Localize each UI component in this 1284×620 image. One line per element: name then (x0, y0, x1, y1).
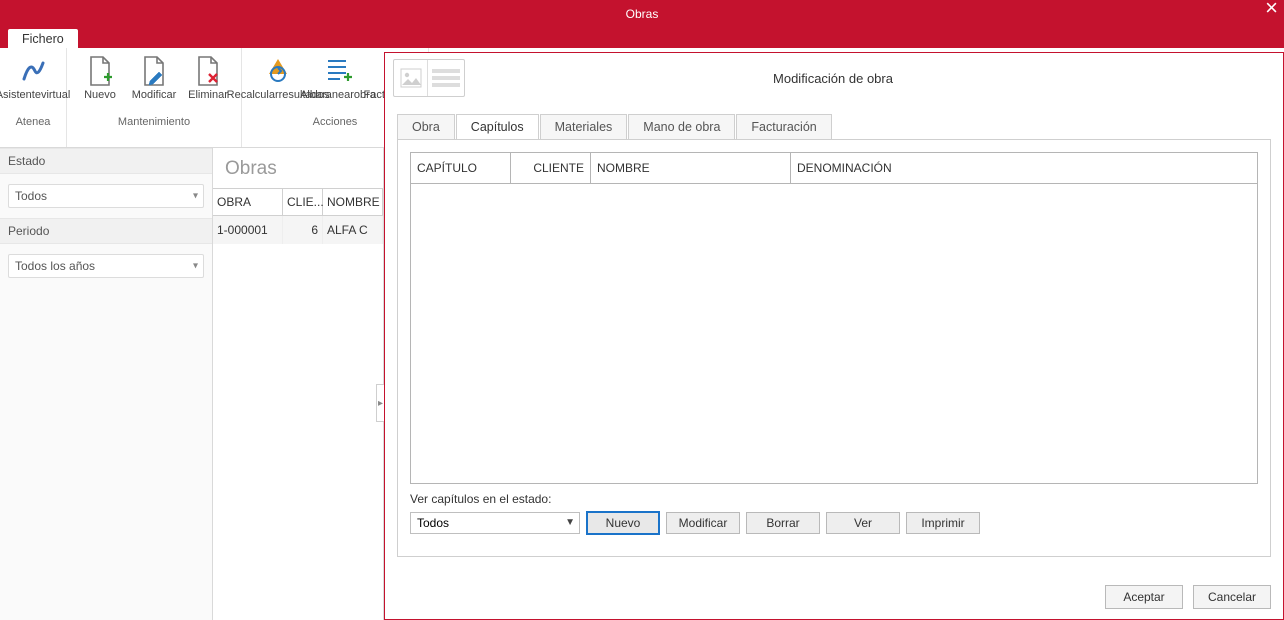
edit-doc-icon (138, 54, 170, 88)
expand-handle[interactable]: ▸ (376, 384, 384, 422)
dialog-tabs: Obra Capítulos Materiales Mano de obra F… (397, 113, 1283, 139)
window-title: Obras (0, 7, 1284, 21)
tab-capitulos[interactable]: Capítulos (456, 114, 539, 140)
obras-table: OBRA CLIE... NOMBRE 1-000001 6 ALFA C (213, 188, 383, 244)
cell-nombre: ALFA C (323, 216, 383, 244)
periodo-select[interactable]: Todos los años ▾ (8, 254, 204, 278)
state-filter-select[interactable]: Todos ▼ (410, 512, 580, 534)
periodo-value: Todos los años (15, 259, 95, 273)
state-filter-label: Ver capítulos en el estado: (410, 492, 1258, 506)
modificar-button[interactable]: Modificar (127, 52, 181, 115)
tab-content-capitulos: CAPÍTULO CLIENTE NOMBRE DENOMINACIÓN Ver… (397, 139, 1271, 557)
cancelar-button[interactable]: Cancelar (1193, 585, 1271, 609)
ribbon-label: Recalcular (227, 89, 279, 102)
nuevo-cap-button[interactable]: Nuevo (586, 511, 660, 535)
col-capitulo[interactable]: CAPÍTULO (411, 153, 511, 183)
tab-fichero[interactable]: Fichero (8, 29, 78, 48)
ribbon-label: Asistente (0, 89, 41, 102)
asistente-virtual-button[interactable]: Asistentevirtual (6, 52, 60, 115)
col-denominacion[interactable]: DENOMINACIÓN (791, 153, 1257, 183)
col-nombre[interactable]: NOMBRE (323, 189, 383, 216)
titlebar: Obras × (0, 0, 1284, 27)
ribbon-label: Albaranear (300, 89, 354, 102)
imprimir-cap-button[interactable]: Imprimir (906, 512, 980, 534)
chevron-down-icon: ▼ (565, 517, 575, 528)
ribbon-label: Nuevo (84, 89, 116, 102)
table-row[interactable]: 1-000001 6 ALFA C (213, 216, 383, 244)
dialog-area: Modificación de obra Obra Capítulos Mate… (384, 148, 1284, 620)
chevron-down-icon: ▾ (193, 191, 198, 202)
aceptar-button[interactable]: Aceptar (1105, 585, 1183, 609)
cell-cliente: 6 (283, 216, 323, 244)
ribbon-group-label: Acciones (313, 115, 358, 128)
delete-doc-icon (192, 54, 224, 88)
col-cliente[interactable]: CLIE... (283, 189, 323, 216)
ribbon-group-label: Atenea (16, 115, 51, 128)
obras-title: Obras (225, 158, 383, 180)
alpha-icon (17, 54, 49, 88)
tab-obra[interactable]: Obra (397, 114, 455, 140)
borrar-cap-button[interactable]: Borrar (746, 512, 820, 534)
estado-select[interactable]: Todos ▾ (8, 184, 204, 208)
obras-list-panel: Obras OBRA CLIE... NOMBRE 1-000001 6 ALF… (213, 148, 384, 620)
col-nombre[interactable]: NOMBRE (591, 153, 791, 183)
state-filter-value: Todos (417, 516, 449, 530)
cell-obra: 1-000001 (213, 216, 283, 244)
nuevo-button[interactable]: Nuevo (73, 52, 127, 115)
close-icon[interactable]: × (1265, 0, 1278, 19)
tab-materiales[interactable]: Materiales (540, 114, 628, 140)
ribbon-group-mantenimiento: Nuevo Modificar Eliminar Mantenimiento (67, 48, 242, 147)
col-obra[interactable]: OBRA (213, 189, 283, 216)
tab-mano-de-obra[interactable]: Mano de obra (628, 114, 735, 140)
capitulos-grid: CAPÍTULO CLIENTE NOMBRE DENOMINACIÓN (410, 152, 1258, 484)
dialog-title: Modificación de obra (465, 71, 1273, 86)
new-doc-icon (84, 54, 116, 88)
filter-panel: Estado Todos ▾ Periodo Todos los años ▾ (0, 148, 213, 620)
ribbon-tabstrip: Fichero (0, 27, 1284, 48)
estado-value: Todos (15, 189, 47, 203)
col-cliente[interactable]: CLIENTE (511, 153, 591, 183)
filter-header-estado: Estado (0, 148, 212, 174)
lines-plus-icon (322, 54, 354, 88)
ver-cap-button[interactable]: Ver (826, 512, 900, 534)
tab-facturacion[interactable]: Facturación (736, 114, 831, 140)
ribbon-group-label: Mantenimiento (118, 115, 190, 128)
modificar-cap-button[interactable]: Modificar (666, 512, 740, 534)
image-placeholder-icon[interactable] (393, 59, 465, 97)
albaranear-button[interactable]: Albaranearobra (308, 52, 368, 115)
modificacion-dialog: Modificación de obra Obra Capítulos Mate… (384, 52, 1284, 620)
filter-header-periodo: Periodo (0, 218, 212, 244)
refresh-icon (262, 54, 294, 88)
ribbon-group-atenea: Asistentevirtual Atenea (0, 48, 67, 147)
ribbon-label: Modificar (132, 89, 177, 102)
ribbon-label: Eliminar (188, 89, 228, 102)
ribbon-label: virtual (41, 89, 70, 102)
chevron-down-icon: ▾ (193, 261, 198, 272)
recalcular-button[interactable]: Recalcularresultados (248, 52, 308, 115)
